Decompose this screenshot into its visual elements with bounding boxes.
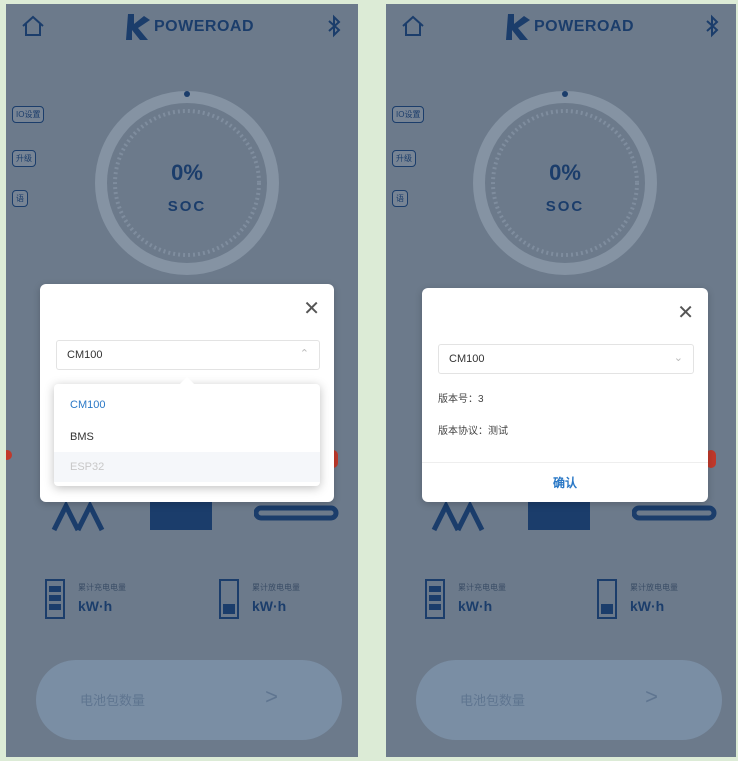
device-select-dialog: ✕ CM100 ⌃ CM100 BMS ESP32 (40, 284, 334, 502)
bluetooth-icon[interactable] (702, 14, 724, 38)
battery-icon (425, 579, 445, 619)
charge-stat: 累计充电电量 kW·h (422, 572, 552, 632)
inverter-icon (150, 498, 212, 530)
alert-dot-left (6, 450, 12, 460)
chevron-right-icon: > (645, 684, 658, 709)
charge-stat-unit: kW·h (458, 598, 493, 614)
brand-logo: POWEROAD (122, 10, 272, 44)
battery-low-icon (219, 579, 239, 619)
soc-gauge: 0% SOC (470, 88, 660, 278)
charge-stat-unit: kW·h (78, 598, 113, 614)
device-dropdown: CM100 BMS ESP32 (54, 384, 320, 486)
confirm-button[interactable]: 确认 (422, 462, 708, 502)
discharge-stat: 累计放电电量 kW·h (216, 572, 346, 632)
brand-logo: POWEROAD (502, 10, 652, 44)
solar-icon (431, 500, 485, 532)
bluetooth-icon[interactable] (324, 14, 346, 38)
soc-gauge: 0% SOC (92, 88, 282, 278)
battery-low-icon (597, 579, 617, 619)
dropdown-option-bms[interactable]: BMS (54, 422, 320, 452)
device-select-value: CM100 (67, 349, 103, 361)
battery-icon (45, 579, 65, 619)
chevron-up-icon: ⌃ (299, 348, 309, 360)
discharge-stat-title: 累计放电电量 (252, 583, 300, 592)
battery-bar-icon (632, 505, 717, 521)
dropdown-option-esp32: ESP32 (54, 452, 320, 482)
discharge-stat: 累计放电电量 kW·h (594, 572, 724, 632)
soc-label: SOC (545, 198, 585, 215)
version-number: 版本号：3 (438, 394, 484, 405)
io-settings-button[interactable]: IO设置 (392, 106, 425, 123)
close-icon[interactable]: ✕ (303, 296, 320, 321)
device-select-value: CM100 (449, 353, 485, 365)
soc-value: 0% (171, 160, 203, 185)
discharge-stat-unit: kW·h (630, 598, 665, 614)
app-header: POWEROAD (386, 4, 736, 48)
brand-name: POWEROAD (534, 18, 634, 35)
device-select[interactable]: CM100 ⌄ (438, 344, 694, 374)
solar-icon (51, 500, 105, 532)
phone-screen-left: POWEROAD IO设置 升级 语 0% SOC 累计充电电量 kW·h 累计… (6, 4, 358, 757)
upgrade-button[interactable]: 升级 (12, 150, 36, 167)
battery-pack-count-button[interactable]: 电池包数量 > (36, 660, 342, 740)
soc-label: SOC (167, 198, 207, 215)
language-button[interactable]: 语 (392, 190, 408, 207)
charge-stat-title: 累计充电电量 (458, 583, 506, 592)
chevron-right-icon: > (265, 684, 278, 709)
brand-name: POWEROAD (154, 18, 254, 35)
battery-pack-count-label: 电池包数量 (80, 693, 146, 708)
chevron-down-icon: ⌄ (673, 352, 683, 364)
battery-pack-count-label: 电池包数量 (460, 693, 526, 708)
battery-pack-count-button[interactable]: 电池包数量 > (416, 660, 722, 740)
device-info-dialog: ✕ CM100 ⌄ 版本号：3 版本协议：测试 确认 (422, 288, 708, 502)
app-header: POWEROAD (6, 4, 358, 48)
version-protocol: 版本协议：测试 (438, 426, 508, 437)
close-icon[interactable]: ✕ (677, 300, 694, 325)
home-icon[interactable] (400, 14, 426, 38)
io-settings-button[interactable]: IO设置 (12, 106, 45, 123)
charge-stat: 累计充电电量 kW·h (42, 572, 172, 632)
upgrade-button[interactable]: 升级 (392, 150, 416, 167)
soc-value: 0% (549, 160, 581, 185)
battery-bar-icon (254, 505, 339, 521)
language-button[interactable]: 语 (12, 190, 28, 207)
device-select[interactable]: CM100 ⌃ (56, 340, 320, 370)
home-icon[interactable] (20, 14, 46, 38)
discharge-stat-title: 累计放电电量 (630, 583, 678, 592)
dropdown-option-cm100[interactable]: CM100 (54, 390, 320, 420)
charge-stat-title: 累计充电电量 (78, 583, 126, 592)
discharge-stat-unit: kW·h (252, 598, 287, 614)
phone-screen-right: POWEROAD IO设置 升级 语 0% SOC 累计充电电量 kW·h 累计… (386, 4, 736, 757)
